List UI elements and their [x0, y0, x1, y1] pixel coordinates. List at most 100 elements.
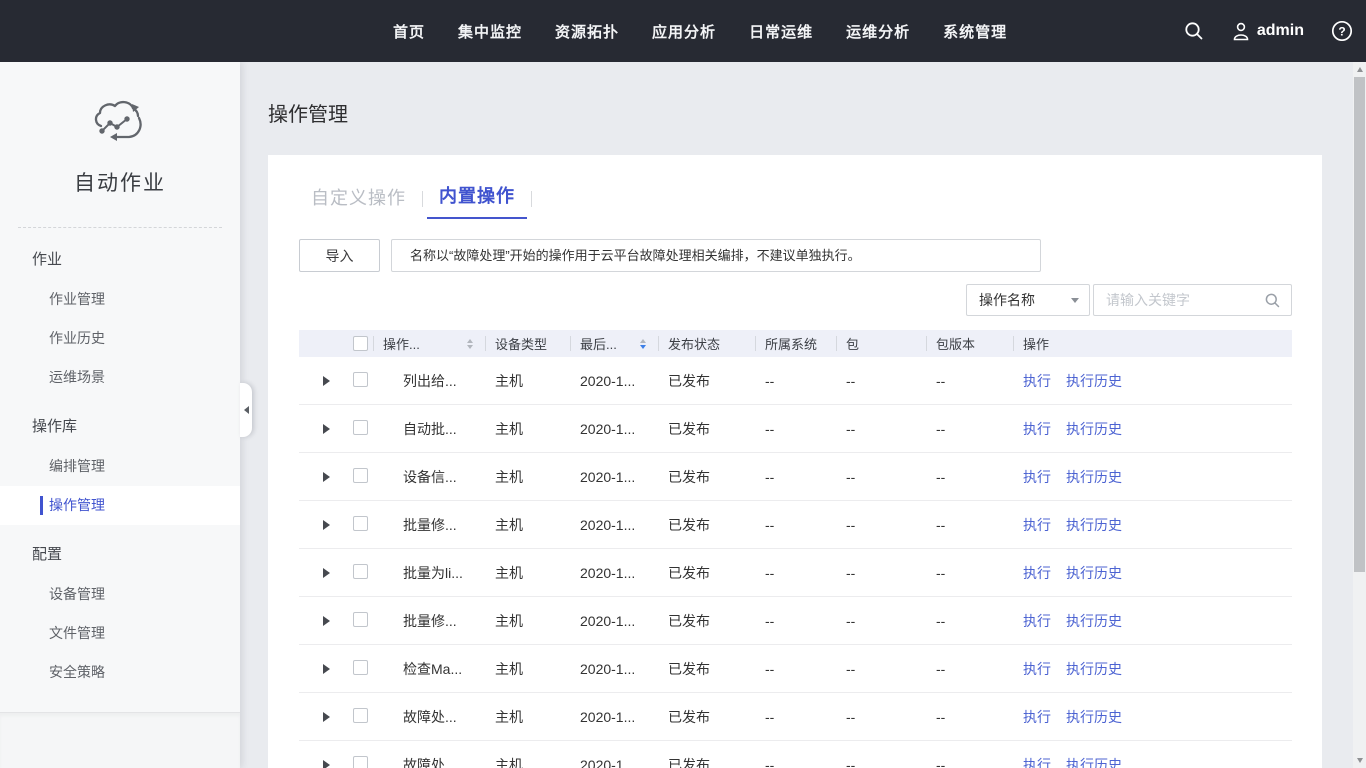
expand-icon[interactable]	[323, 664, 330, 674]
nav-item-app-analysis[interactable]: 应用分析	[652, 21, 716, 42]
filter-field-select[interactable]: 操作名称	[966, 284, 1090, 316]
execute-history-link[interactable]: 执行历史	[1066, 611, 1122, 631]
row-checkbox[interactable]	[353, 660, 368, 675]
execute-link[interactable]: 执行	[1023, 755, 1051, 768]
nav-item-monitoring[interactable]: 集中监控	[458, 21, 522, 42]
sidebar-item-operation-management[interactable]: 操作管理	[0, 486, 240, 525]
execute-history-link[interactable]: 执行历史	[1066, 467, 1122, 487]
row-checkbox[interactable]	[353, 372, 368, 387]
row-checkbox[interactable]	[353, 708, 368, 723]
row-checkbox[interactable]	[353, 756, 368, 768]
column-last-time[interactable]: 最后...	[580, 334, 617, 353]
table-row: 列出给...主机2020-1...已发布------执行执行历史	[299, 357, 1292, 405]
cell-publish-status: 已发布	[658, 467, 755, 487]
execute-link[interactable]: 执行	[1023, 515, 1051, 535]
sidebar-item-job-history[interactable]: 作业历史	[0, 319, 240, 358]
expand-icon[interactable]	[323, 568, 330, 578]
execute-history-link[interactable]: 执行历史	[1066, 755, 1122, 768]
nav-item-daily-ops[interactable]: 日常运维	[749, 21, 813, 42]
execute-link[interactable]: 执行	[1023, 611, 1051, 631]
execute-history-link[interactable]: 执行历史	[1066, 515, 1122, 535]
sidebar-group-jobs[interactable]: 作业	[0, 240, 240, 280]
select-all-checkbox[interactable]	[353, 336, 368, 351]
cell-operation-name: 批量为li...	[373, 563, 485, 583]
sort-icon-active[interactable]	[640, 339, 646, 349]
cell-package-version: --	[926, 613, 1013, 629]
column-operation-name[interactable]: 操作...	[383, 334, 420, 353]
chevron-down-icon	[1071, 298, 1079, 303]
keyword-search-input[interactable]: 请输入关键字	[1093, 284, 1292, 316]
table-row: 设备信...主机2020-1...已发布------执行执行历史	[299, 453, 1292, 501]
main-scrollbar[interactable]	[1353, 62, 1366, 768]
search-icon[interactable]	[1264, 292, 1281, 309]
execute-link[interactable]: 执行	[1023, 707, 1051, 727]
help-icon[interactable]: ?	[1330, 19, 1354, 43]
sidebar-item-orchestration-management[interactable]: 编排管理	[0, 447, 240, 486]
column-actions: 操作	[1023, 334, 1049, 353]
execute-history-link[interactable]: 执行历史	[1066, 707, 1122, 727]
sidebar-item-ops-scenario[interactable]: 运维场景	[0, 358, 240, 397]
sidebar-group-operation-library[interactable]: 操作库	[0, 407, 240, 447]
execute-link[interactable]: 执行	[1023, 419, 1051, 439]
sort-icon[interactable]	[467, 339, 473, 349]
execute-history-link[interactable]: 执行历史	[1066, 419, 1122, 439]
cell-last-time: 2020-1...	[570, 757, 658, 768]
tab-custom-operations[interactable]: 自定义操作	[299, 184, 418, 219]
header-expand-column	[299, 330, 343, 357]
execute-link[interactable]: 执行	[1023, 563, 1051, 583]
nav-item-topology[interactable]: 资源拓扑	[555, 21, 619, 42]
tab-separator	[422, 191, 423, 207]
expand-icon[interactable]	[323, 616, 330, 626]
execute-link[interactable]: 执行	[1023, 467, 1051, 487]
execute-history-link[interactable]: 执行历史	[1066, 563, 1122, 583]
table-body: 列出给...主机2020-1...已发布------执行执行历史自动批...主机…	[299, 357, 1292, 768]
cell-operation-name: 故障处...	[373, 755, 485, 768]
row-checkbox[interactable]	[353, 420, 368, 435]
nav-item-system-mgmt[interactable]: 系统管理	[943, 21, 1007, 42]
cell-publish-status: 已发布	[658, 563, 755, 583]
sidebar-item-job-management[interactable]: 作业管理	[0, 280, 240, 319]
tab-separator	[531, 191, 532, 207]
expand-icon[interactable]	[323, 712, 330, 722]
cell-publish-status: 已发布	[658, 611, 755, 631]
scroll-up-button[interactable]	[1353, 62, 1366, 77]
row-checkbox[interactable]	[353, 516, 368, 531]
cell-publish-status: 已发布	[658, 419, 755, 439]
row-checkbox[interactable]	[353, 468, 368, 483]
nav-item-ops-analysis[interactable]: 运维分析	[846, 21, 910, 42]
sidebar-item-device-management[interactable]: 设备管理	[0, 575, 240, 614]
cell-package: --	[836, 469, 926, 485]
tab-builtin-operations[interactable]: 内置操作	[427, 182, 527, 219]
import-button[interactable]: 导入	[299, 239, 380, 272]
cell-device-type: 主机	[485, 659, 570, 679]
row-checkbox[interactable]	[353, 612, 368, 627]
execute-history-link[interactable]: 执行历史	[1066, 371, 1122, 391]
expand-icon[interactable]	[323, 760, 330, 768]
cell-device-type: 主机	[485, 515, 570, 535]
search-icon[interactable]	[1183, 20, 1205, 42]
sidebar-collapse-handle[interactable]	[240, 383, 252, 437]
filter-bar: 操作名称 请输入关键字	[966, 284, 1292, 316]
row-checkbox[interactable]	[353, 564, 368, 579]
expand-icon[interactable]	[323, 424, 330, 434]
expand-icon[interactable]	[323, 520, 330, 530]
scrollbar-thumb[interactable]	[1354, 77, 1365, 572]
cell-package: --	[836, 565, 926, 581]
expand-icon[interactable]	[323, 472, 330, 482]
sidebar-item-file-management[interactable]: 文件管理	[0, 614, 240, 653]
execute-link[interactable]: 执行	[1023, 371, 1051, 391]
sidebar-item-security-policy[interactable]: 安全策略	[0, 653, 240, 692]
cell-system: --	[755, 517, 836, 533]
expand-icon[interactable]	[323, 376, 330, 386]
execute-link[interactable]: 执行	[1023, 659, 1051, 679]
execute-history-link[interactable]: 执行历史	[1066, 659, 1122, 679]
sidebar-group-configuration[interactable]: 配置	[0, 535, 240, 575]
cell-package: --	[836, 517, 926, 533]
table-row: 故障处...主机2020-1...已发布------执行执行历史	[299, 693, 1292, 741]
cell-last-time: 2020-1...	[570, 421, 658, 437]
cell-publish-status: 已发布	[658, 659, 755, 679]
nav-item-home[interactable]: 首页	[393, 21, 425, 42]
scroll-down-button[interactable]	[1353, 753, 1366, 768]
user-icon	[1231, 21, 1251, 42]
user-menu[interactable]: admin	[1231, 21, 1304, 42]
